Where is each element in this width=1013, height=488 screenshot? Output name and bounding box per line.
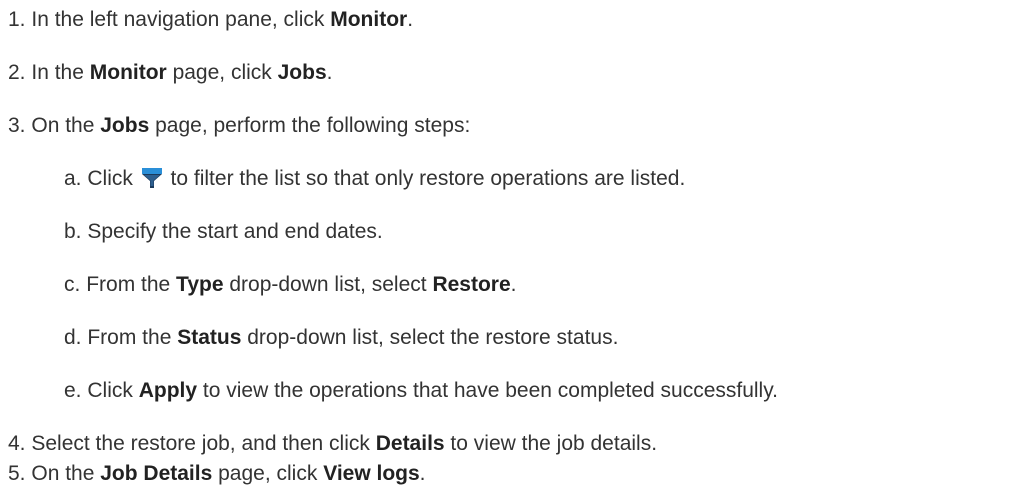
filter-icon xyxy=(140,167,163,189)
substep-letter: d. xyxy=(64,326,82,349)
ui-term: Monitor xyxy=(330,8,408,31)
step-2: 2. In the Monitor page, click Jobs. xyxy=(8,61,332,85)
substep-b: b. Specify the start and end dates. xyxy=(64,220,383,244)
step-text: On the xyxy=(31,114,101,137)
ui-term: Jobs xyxy=(277,61,327,84)
substep-a: a. Click to filter the list so that only… xyxy=(64,167,685,191)
ui-term: Restore xyxy=(432,273,511,296)
step-text: In the left navigation pane, click xyxy=(31,8,331,31)
substep-letter: a. xyxy=(64,167,82,190)
substep-e: e. Click Apply to view the operations th… xyxy=(64,379,778,403)
step-5: 5. On the Job Details page, click View l… xyxy=(8,462,426,486)
substep-letter: c. xyxy=(64,273,81,296)
substep-letter: b. xyxy=(64,220,82,243)
step-1: 1. In the left navigation pane, click Mo… xyxy=(8,8,413,32)
step-text: . xyxy=(326,61,333,84)
step-number: 4. xyxy=(8,432,26,455)
step-text: to view the job details. xyxy=(444,432,658,455)
step-text: Specify the start and end dates. xyxy=(87,220,383,243)
step-number: 1. xyxy=(8,8,26,31)
step-text: page, click xyxy=(212,462,324,485)
step-text: Click xyxy=(87,379,139,402)
step-text: From the xyxy=(87,326,178,349)
step-text: . xyxy=(419,462,426,485)
ui-term: Type xyxy=(176,273,224,296)
step-text: drop-down list, select the restore statu… xyxy=(241,326,619,349)
substep-letter: e. xyxy=(64,379,82,402)
substep-d: d. From the Status drop-down list, selec… xyxy=(64,326,618,350)
ui-term: Details xyxy=(375,432,445,455)
step-text: to view the operations that have been co… xyxy=(197,379,778,402)
step-number: 3. xyxy=(8,114,26,137)
step-text: . xyxy=(510,273,517,296)
step-text: page, perform the following steps: xyxy=(149,114,471,137)
step-number: 2. xyxy=(8,61,26,84)
step-text: to filter the list so that only restore … xyxy=(164,167,686,190)
ui-term: View logs xyxy=(323,462,420,485)
step-text: Select the restore job, and then click xyxy=(31,432,376,455)
step-4: 4. Select the restore job, and then clic… xyxy=(8,432,657,456)
ui-term: Jobs xyxy=(100,114,150,137)
step-3: 3. On the Jobs page, perform the followi… xyxy=(8,114,470,138)
ui-term: Apply xyxy=(138,379,198,402)
step-text: From the xyxy=(86,273,177,296)
step-number: 5. xyxy=(8,462,26,485)
step-text: . xyxy=(407,8,414,31)
ui-term: Status xyxy=(177,326,242,349)
step-text: page, click xyxy=(166,61,278,84)
ui-term: Job Details xyxy=(100,462,213,485)
step-text: In the xyxy=(31,61,90,84)
step-text: On the xyxy=(31,462,101,485)
step-text: Click xyxy=(87,167,139,190)
substep-c: c. From the Type drop-down list, select … xyxy=(64,273,517,297)
ui-term: Monitor xyxy=(89,61,167,84)
step-text: drop-down list, select xyxy=(223,273,433,296)
